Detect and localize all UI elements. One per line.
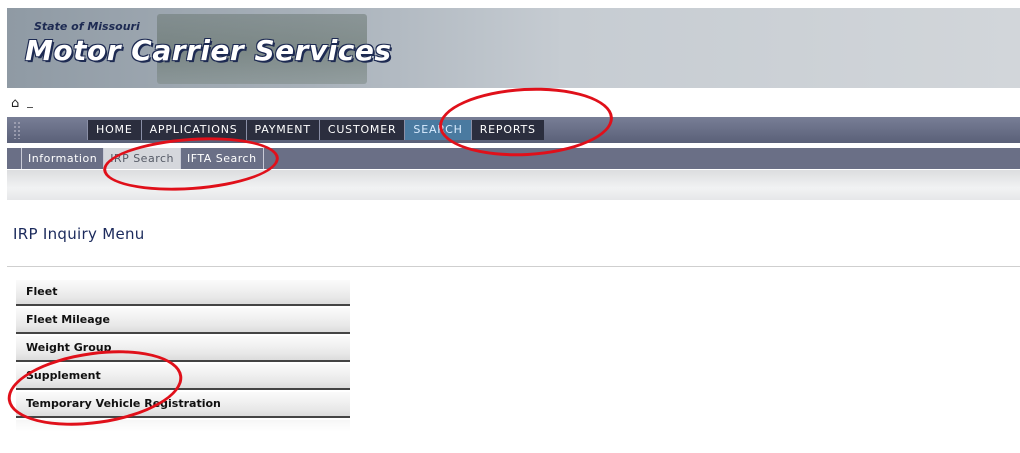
- home-divider: [27, 106, 33, 108]
- menu-item-fleet-mileage[interactable]: Fleet Mileage: [16, 308, 350, 334]
- menu-item-fleet[interactable]: Fleet: [16, 280, 350, 306]
- nav-payment[interactable]: PAYMENT: [245, 120, 319, 140]
- header-banner: State of Missouri Motor Carrier Services: [7, 8, 1020, 88]
- page-title: IRP Inquiry Menu: [13, 225, 145, 243]
- toolbar-strip: [7, 170, 1020, 200]
- menu-item-temporary-vehicle-registration[interactable]: Temporary Vehicle Registration: [16, 392, 350, 418]
- subnav-ifta-search[interactable]: IFTA Search: [180, 148, 264, 169]
- nav-reports[interactable]: REPORTS: [470, 120, 544, 140]
- home-icon[interactable]: ⌂: [11, 96, 19, 111]
- banner-state-label: State of Missouri: [34, 20, 140, 33]
- main-nav: HOME APPLICATIONS PAYMENT CUSTOMER SEARC…: [7, 117, 1020, 143]
- sub-nav: Information IRP Search IFTA Search: [7, 148, 1020, 169]
- home-bar: ⌂: [7, 95, 1020, 113]
- subnav-irp-search[interactable]: IRP Search: [103, 148, 180, 169]
- menu-item-supplement[interactable]: Supplement: [16, 364, 350, 390]
- title-divider: [7, 266, 1020, 267]
- banner-title: Motor Carrier Services: [25, 34, 392, 67]
- nav-applications[interactable]: APPLICATIONS: [140, 120, 246, 140]
- nav-customer[interactable]: CUSTOMER: [318, 120, 405, 140]
- irp-inquiry-menu: Fleet Fleet Mileage Weight Group Supplem…: [16, 280, 350, 432]
- menu-item-weight-group[interactable]: Weight Group: [16, 336, 350, 362]
- nav-home[interactable]: HOME: [87, 120, 141, 140]
- nav-search[interactable]: SEARCH: [404, 120, 471, 140]
- subnav-information[interactable]: Information: [21, 148, 103, 169]
- grip-handle-icon: [13, 121, 21, 139]
- menu-item-faded: [16, 420, 350, 432]
